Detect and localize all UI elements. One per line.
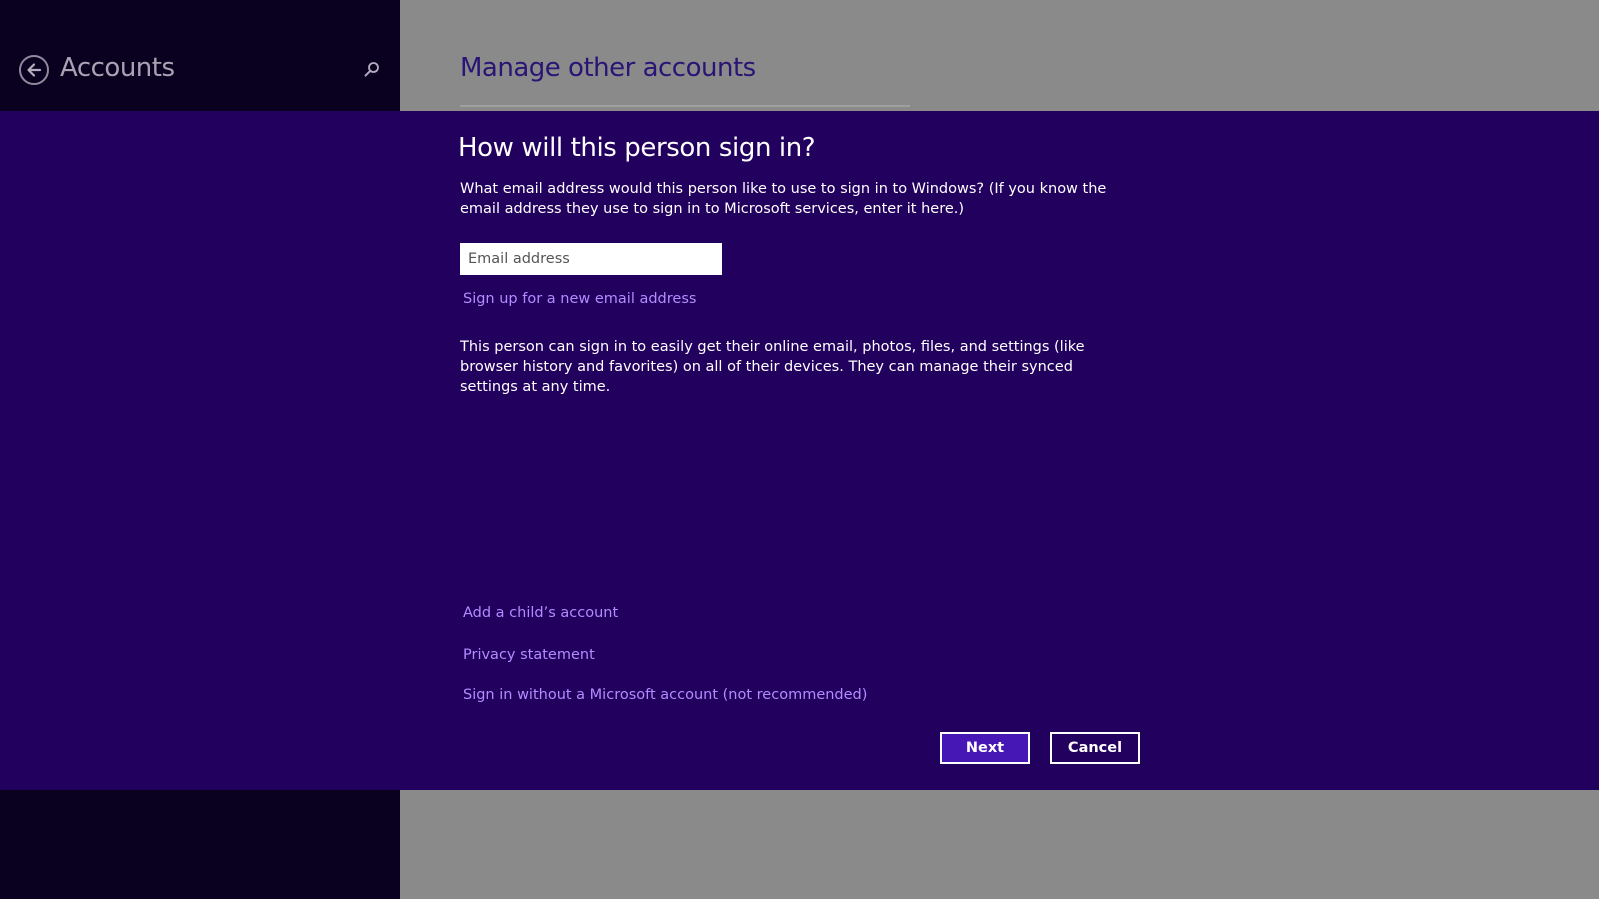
dialog-heading: How will this person sign in? xyxy=(458,133,816,163)
back-arrow-icon xyxy=(27,63,42,77)
dialog-intro-text: What email address would this person lik… xyxy=(460,181,1107,217)
sign-in-dialog: How will this person sign in? What email… xyxy=(0,111,1599,790)
privacy-statement-link[interactable]: Privacy statement xyxy=(463,647,595,663)
dialog-description-text: This person can sign in to easily get th… xyxy=(460,339,1085,395)
back-button[interactable] xyxy=(19,55,49,85)
page-title: Manage other accounts xyxy=(460,53,756,83)
title-divider xyxy=(460,105,910,107)
search-icon xyxy=(364,62,379,77)
add-child-account-link[interactable]: Add a child’s account xyxy=(463,605,618,621)
cancel-button[interactable]: Cancel xyxy=(1050,732,1140,764)
next-button[interactable]: Next xyxy=(940,732,1030,764)
email-input[interactable] xyxy=(460,243,722,275)
screen: Accounts Manage other accounts How will … xyxy=(0,0,1599,899)
search-button[interactable] xyxy=(362,60,382,80)
left-header: Accounts xyxy=(0,0,400,111)
settings-section-title: Accounts xyxy=(60,53,175,83)
sign-in-without-microsoft-account-link[interactable]: Sign in without a Microsoft account (not… xyxy=(463,687,867,703)
signup-email-link[interactable]: Sign up for a new email address xyxy=(463,291,696,307)
